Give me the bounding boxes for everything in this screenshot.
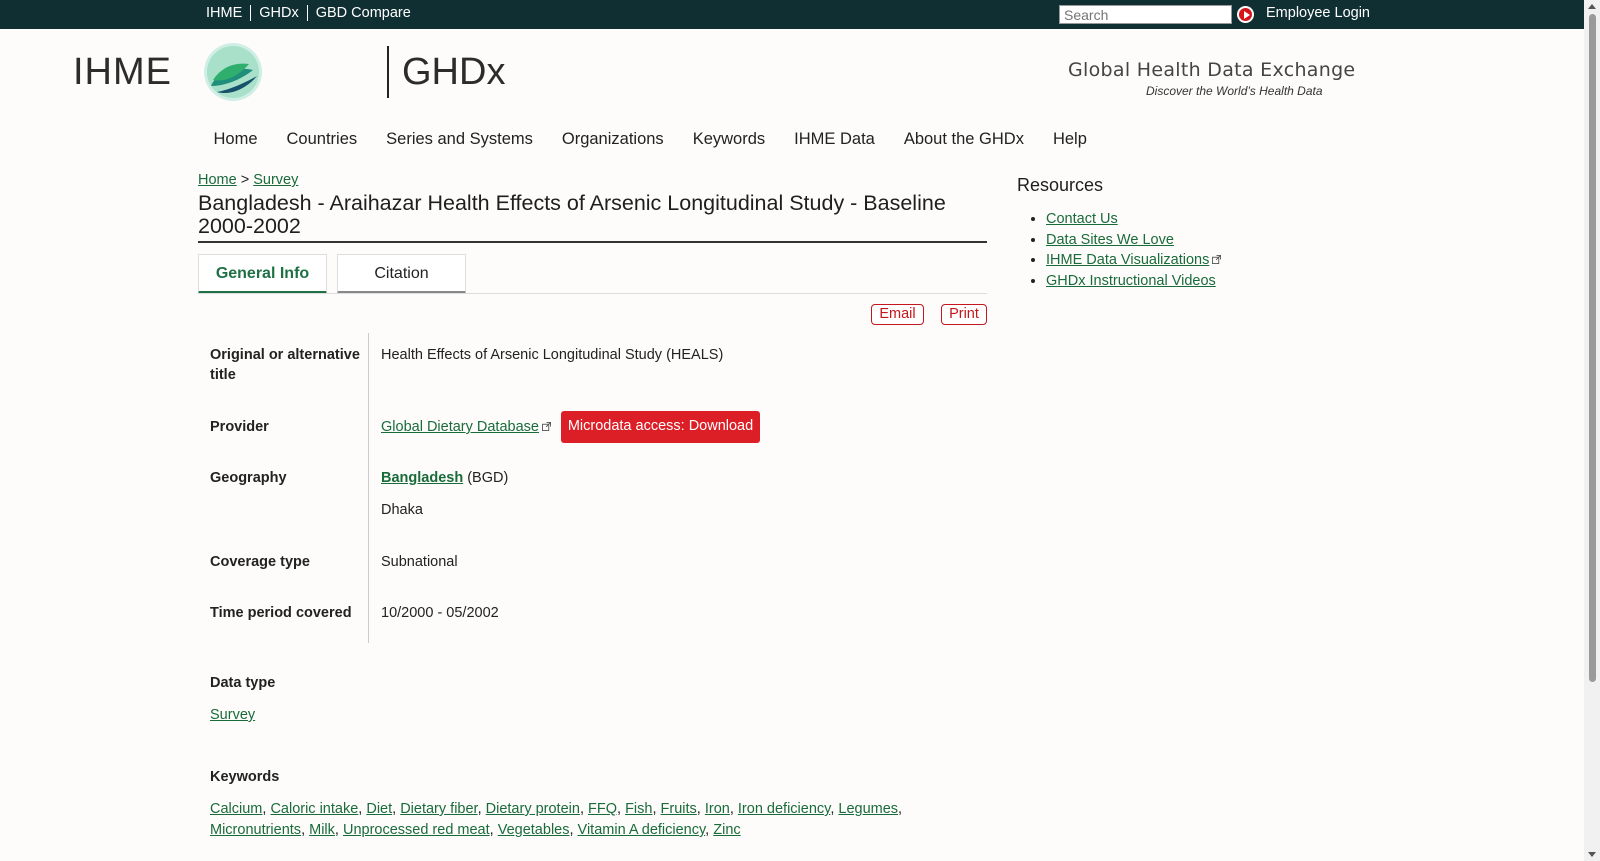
site-tagline-sub: Discover the World’s Health Data xyxy=(1146,84,1323,98)
nav-item-home[interactable]: Home xyxy=(199,130,272,149)
main-nav: Home Countries Series and Systems Organi… xyxy=(199,130,1101,149)
breadcrumb: Home > Survey xyxy=(198,172,298,188)
top-links: IHME GHDx GBD Compare xyxy=(203,5,419,21)
keyword-link[interactable]: Dietary fiber xyxy=(400,801,477,817)
external-link-icon xyxy=(541,422,551,431)
info-column-divider xyxy=(368,333,369,643)
resources-list: Contact Us Data Sites We Love IHME Data … xyxy=(1046,209,1222,292)
provider-link[interactable]: Global Dietary Database xyxy=(381,419,539,435)
nav-item-series-and-systems[interactable]: Series and Systems xyxy=(372,130,548,149)
resource-link-data-sites[interactable]: Data Sites We Love xyxy=(1046,232,1174,248)
keyword-link[interactable]: Dietary protein xyxy=(486,801,580,817)
provider-label: Provider xyxy=(210,419,269,435)
nav-item-help[interactable]: Help xyxy=(1038,130,1101,149)
alt-title-label: Original or alternative title xyxy=(210,347,360,383)
resource-item: IHME Data Visualizations xyxy=(1046,250,1222,271)
logo-text-ghdx: GHDx xyxy=(402,51,506,93)
breadcrumb-survey[interactable]: Survey xyxy=(253,172,298,188)
keyword-separator: , xyxy=(617,801,626,817)
geography-subnational: Dhaka xyxy=(381,502,423,518)
keyword-link[interactable]: Vegetables xyxy=(498,822,570,838)
keyword-link[interactable]: Caloric intake xyxy=(270,801,358,817)
top-link-ihme[interactable]: IHME xyxy=(203,5,250,21)
resource-link-visualizations[interactable]: IHME Data Visualizations xyxy=(1046,252,1209,268)
resource-item: GHDx Instructional Videos xyxy=(1046,271,1221,292)
tab-divider xyxy=(198,293,987,294)
keyword-separator: , xyxy=(898,801,903,817)
coverage-type-label: Coverage type xyxy=(210,554,310,570)
data-type-link[interactable]: Survey xyxy=(210,705,255,725)
nav-item-countries[interactable]: Countries xyxy=(272,130,372,149)
breadcrumb-home[interactable]: Home xyxy=(198,172,237,188)
nav-item-ihme-data[interactable]: IHME Data xyxy=(780,130,890,149)
title-divider xyxy=(198,241,987,243)
resource-link-contact-us[interactable]: Contact Us xyxy=(1046,211,1118,227)
microdata-download-button[interactable]: Microdata access: Download xyxy=(561,411,760,443)
keyword-link[interactable]: Micronutrients xyxy=(210,822,301,838)
keyword-link[interactable]: Fruits xyxy=(661,801,697,817)
provider-value: Global Dietary Database xyxy=(381,417,551,437)
keyword-link[interactable]: Diet xyxy=(366,801,392,817)
data-type-label: Data type xyxy=(210,675,276,691)
keyword-separator: , xyxy=(696,801,705,817)
nav-item-about[interactable]: About the GHDx xyxy=(889,130,1038,149)
email-button[interactable]: Email xyxy=(871,304,924,325)
resource-item: Data Sites We Love xyxy=(1046,230,1221,251)
keyword-separator: , xyxy=(729,801,738,817)
resources-title: Resources xyxy=(1017,175,1104,195)
search-submit-icon[interactable] xyxy=(1237,6,1254,23)
tab-general-info[interactable]: General Info xyxy=(198,254,327,294)
keyword-link[interactable]: Unprocessed red meat xyxy=(343,822,490,838)
breadcrumb-separator: > xyxy=(240,172,250,188)
keyword-separator: , xyxy=(392,801,401,817)
scroll-down-icon[interactable] xyxy=(1588,852,1596,857)
alt-title-value: Health Effects of Arsenic Longitudinal S… xyxy=(381,347,724,363)
top-bar: IHME GHDx GBD Compare Employee Login xyxy=(0,0,1584,29)
ihme-logo-icon[interactable] xyxy=(203,42,265,104)
nav-item-keywords[interactable]: Keywords xyxy=(678,130,779,149)
coverage-type-value: Subnational xyxy=(381,554,458,570)
keyword-link[interactable]: Vitamin A deficiency xyxy=(578,822,706,838)
keyword-link[interactable]: Iron deficiency xyxy=(738,801,830,817)
external-link-icon xyxy=(1212,255,1222,264)
logo-text-ihme: IHME xyxy=(73,51,172,93)
keyword-separator: , xyxy=(579,801,588,817)
geography-label: Geography xyxy=(210,470,287,486)
keyword-separator: , xyxy=(489,822,498,838)
keyword-link[interactable]: FFQ xyxy=(588,801,617,817)
time-period-value: 10/2000 - 05/2002 xyxy=(381,605,499,621)
print-button[interactable]: Print xyxy=(941,304,987,325)
resource-link-videos[interactable]: GHDx Instructional Videos xyxy=(1046,273,1216,289)
top-link-gbd-compare[interactable]: GBD Compare xyxy=(306,5,419,21)
scrollbar-thumb[interactable] xyxy=(1589,14,1596,682)
keyword-separator: , xyxy=(477,801,486,817)
keyword-link[interactable]: Calcium xyxy=(210,801,262,817)
time-period-label: Time period covered xyxy=(210,605,352,621)
keyword-link[interactable]: Fish xyxy=(625,801,652,817)
employee-login-link[interactable]: Employee Login xyxy=(1266,5,1370,21)
keyword-link[interactable]: Milk xyxy=(309,822,335,838)
keyword-link[interactable]: Legumes xyxy=(838,801,898,817)
top-link-ghdx[interactable]: GHDx xyxy=(250,5,306,21)
scroll-up-icon[interactable] xyxy=(1588,4,1596,9)
keyword-separator: , xyxy=(652,801,661,817)
keyword-separator: , xyxy=(334,822,343,838)
tab-citation[interactable]: Citation xyxy=(337,254,466,294)
nav-item-organizations[interactable]: Organizations xyxy=(547,130,678,149)
keywords-list: Calcium, Caloric intake, Diet, Dietary f… xyxy=(210,799,970,841)
search-input[interactable] xyxy=(1059,5,1232,24)
resource-item: Contact Us xyxy=(1046,209,1221,230)
geography-value: Bangladesh (BGD) xyxy=(381,468,508,488)
keyword-separator: , xyxy=(569,822,578,838)
site-tagline: Global Health Data Exchange xyxy=(1068,59,1356,81)
logo-divider xyxy=(387,46,389,98)
page-title: Bangladesh - Araihazar Health Effects of… xyxy=(198,191,946,238)
keyword-link[interactable]: Iron xyxy=(705,801,730,817)
geography-code: (BGD) xyxy=(467,470,509,486)
keywords-label: Keywords xyxy=(210,769,280,785)
geography-country-link[interactable]: Bangladesh xyxy=(381,470,463,486)
keyword-link[interactable]: Zinc xyxy=(713,822,740,838)
keyword-separator: , xyxy=(301,822,310,838)
scrollbar[interactable] xyxy=(1584,0,1600,861)
